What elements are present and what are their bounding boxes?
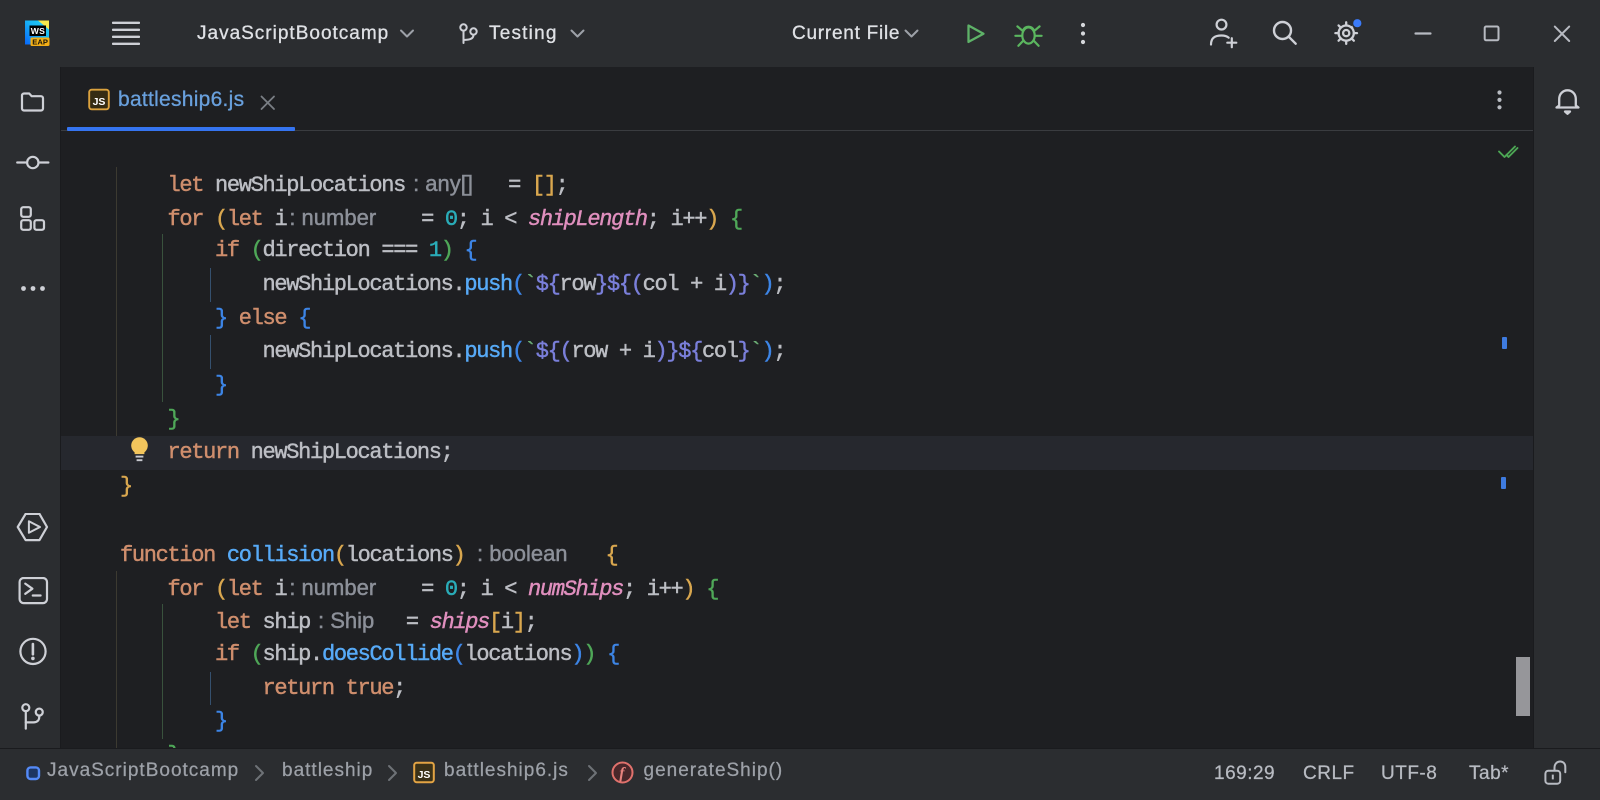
svg-text:JS: JS bbox=[418, 769, 431, 781]
svg-text:JS: JS bbox=[93, 96, 106, 108]
svg-text:EAP: EAP bbox=[32, 37, 48, 46]
svg-text:WS: WS bbox=[31, 26, 45, 36]
